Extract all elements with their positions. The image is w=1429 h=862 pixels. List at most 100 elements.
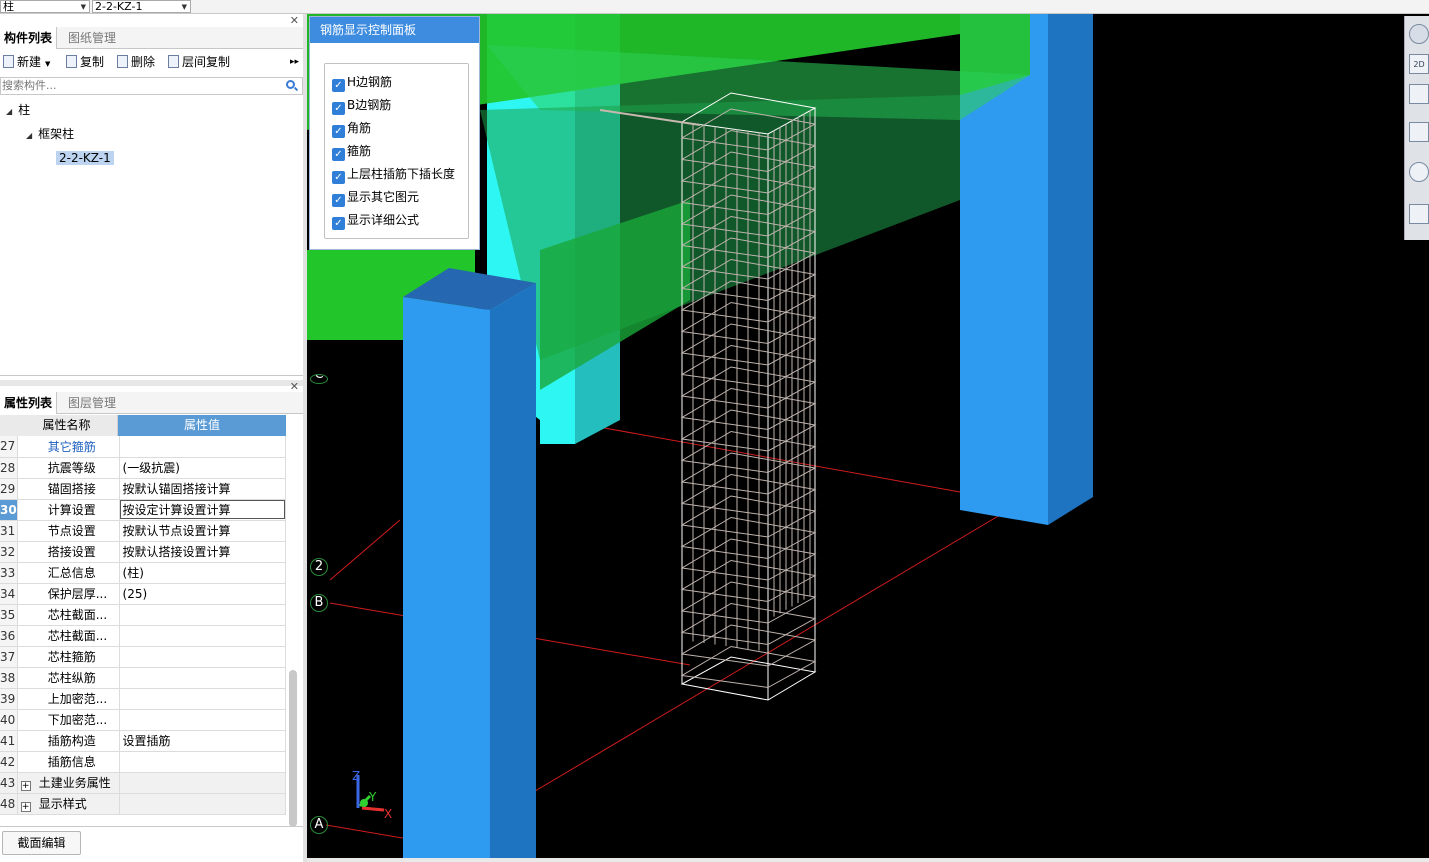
option-checkbox[interactable]: ✓ H边钢筋 [332, 73, 392, 92]
property-value[interactable] [119, 688, 287, 710]
grid-axis-label-2[interactable]: 2 [310, 558, 328, 576]
table-row[interactable]: 37 芯柱箍筋 [0, 646, 287, 668]
tree-node-column[interactable]: ◢ 柱 [6, 100, 30, 120]
property-value[interactable]: 按默认节点设置计算 [119, 520, 287, 542]
property-name-label: 搭接设置 [47, 545, 96, 559]
more-tools-button[interactable]: ▸▸ [290, 53, 299, 71]
tab-drawing-management[interactable]: 图纸管理 [64, 27, 120, 49]
property-value[interactable]: (25) [119, 583, 287, 605]
divider [0, 375, 303, 376]
property-name: 搭接设置 [17, 541, 120, 563]
delete-icon [117, 55, 128, 68]
new-button[interactable]: 新建 ▼ [3, 53, 50, 71]
expand-icon[interactable]: + [20, 802, 31, 812]
chevron-down-icon: ▼ [45, 60, 51, 68]
delete-button[interactable]: 删除 [117, 53, 155, 71]
view-toolbar: 2D [1404, 16, 1429, 240]
tree-node-selected-component[interactable]: 2-2-KZ-1 [56, 148, 114, 168]
property-value[interactable] [119, 436, 287, 458]
grid-axis-label-b[interactable]: B [310, 594, 328, 612]
table-row[interactable]: 36 芯柱截面... [0, 625, 287, 647]
property-value[interactable]: 按设定计算设置计算 [119, 499, 287, 521]
property-value[interactable]: 按默认搭接设置计算 [119, 541, 287, 563]
cube-solid-icon[interactable] [1409, 122, 1429, 142]
property-value[interactable] [119, 625, 287, 647]
row-number: 48 [0, 793, 18, 815]
property-name-label: 土建业务属性 [38, 776, 111, 790]
row-number: 39 [0, 688, 18, 710]
property-value[interactable] [119, 667, 287, 689]
grid-axis-label-c[interactable]: C [310, 374, 328, 384]
orbit-icon[interactable] [1409, 24, 1429, 44]
option-checkbox[interactable]: ✓ 角筋 [332, 119, 371, 138]
table-row[interactable]: 39 上加密范... [0, 688, 287, 710]
option-checkbox[interactable]: ✓ B边钢筋 [332, 96, 391, 115]
property-value[interactable] [119, 793, 287, 815]
option-checkbox[interactable]: ✓ 上层柱插筋下插长度 [332, 165, 455, 184]
view-2d-button[interactable]: 2D [1409, 54, 1429, 74]
column-blue-front-side [490, 283, 536, 858]
property-name-label: 显示样式 [38, 797, 87, 811]
checkbox-icon[interactable]: ✓ [332, 102, 345, 115]
table-row[interactable]: 38 芯柱纵筋 [0, 667, 287, 689]
table-row[interactable]: 32 搭接设置 按默认搭接设置计算 [0, 541, 287, 563]
tab-layer-management[interactable]: 图层管理 [64, 392, 120, 414]
tree-node-frame-column[interactable]: ◢ 框架柱 [26, 124, 74, 144]
option-checkbox[interactable]: ✓ 显示其它图元 [332, 188, 419, 207]
table-row[interactable]: 34 保护层厚... (25) [0, 583, 287, 605]
grid-axis-label-a[interactable]: A [310, 816, 328, 834]
expand-icon[interactable]: + [20, 781, 31, 791]
cube-view-icon[interactable] [1409, 84, 1429, 104]
checkbox-icon[interactable]: ✓ [332, 217, 345, 230]
property-value[interactable]: (一级抗震) [119, 457, 287, 479]
close-icon[interactable]: ✕ [290, 14, 299, 27]
table-row[interactable]: 42 插筋信息 [0, 751, 287, 773]
scrollbar[interactable] [289, 670, 297, 827]
property-value[interactable]: (柱) [119, 562, 287, 584]
rotate-icon[interactable] [1409, 162, 1429, 182]
table-row[interactable]: 28 抗震等级 (一级抗震) [0, 457, 287, 479]
x-axis-label: X [384, 807, 392, 821]
table-row[interactable]: 40 下加密范... [0, 709, 287, 731]
property-name: 抗震等级 [17, 457, 120, 479]
checkbox-icon[interactable]: ✓ [332, 79, 345, 92]
property-value[interactable] [119, 751, 287, 773]
checkbox-icon[interactable]: ✓ [332, 194, 345, 207]
pane-splitter[interactable] [0, 380, 303, 386]
section-edit-button[interactable]: 截面编辑 [2, 831, 81, 855]
checkbox-icon[interactable]: ✓ [332, 125, 345, 138]
table-row[interactable]: 33 汇总信息 (柱) [0, 562, 287, 584]
option-checkbox[interactable]: ✓ 显示详细公式 [332, 211, 419, 230]
floor-copy-button[interactable]: 层间复制 [168, 53, 230, 71]
collapse-icon[interactable]: ◢ [6, 107, 12, 116]
collapse-icon[interactable]: ◢ [26, 131, 32, 140]
element-type-select[interactable]: 柱 ▼ [0, 0, 90, 13]
table-row[interactable]: 29 锚固搭接 按默认锚固搭接计算 [0, 478, 287, 500]
table-row[interactable]: 41 插筋构造 设置插筋 [0, 730, 287, 752]
tab-component-list[interactable]: 构件列表 [0, 27, 58, 49]
search-icon[interactable] [286, 80, 295, 89]
property-value[interactable] [119, 709, 287, 731]
table-row[interactable]: 43 + 土建业务属性 [0, 772, 287, 794]
property-value[interactable]: 设置插筋 [119, 730, 287, 752]
copy-button[interactable]: 复制 [66, 53, 104, 71]
table-row[interactable]: 48 + 显示样式 [0, 793, 287, 815]
row-number: 37 [0, 646, 18, 668]
tab-property-list[interactable]: 属性列表 [0, 392, 58, 414]
table-row[interactable]: 31 节点设置 按默认节点设置计算 [0, 520, 287, 542]
table-row[interactable]: 35 芯柱截面... [0, 604, 287, 626]
option-checkbox[interactable]: ✓ 箍筋 [332, 142, 371, 161]
search-input[interactable]: 搜索构件... [0, 77, 303, 95]
rebar-display-panel: 钢筋显示控制面板 ✓ H边钢筋 ✓ B边钢筋 ✓ 角筋 ✓ 箍筋 ✓ 上层柱插筋下插长度 ✓ 显示其它… [309, 16, 480, 250]
property-value[interactable] [119, 772, 287, 794]
property-value[interactable] [119, 646, 287, 668]
property-value[interactable] [119, 604, 287, 626]
table-row[interactable]: 27 其它箍筋 [0, 436, 287, 458]
checkbox-icon[interactable]: ✓ [332, 171, 345, 184]
checkbox-icon[interactable]: ✓ [332, 148, 345, 161]
component-select[interactable]: 2-2-KZ-1 ▼ [92, 0, 191, 13]
property-value[interactable]: 按默认锚固搭接计算 [119, 478, 287, 500]
property-name: 其它箍筋 [17, 436, 120, 458]
table-row[interactable]: 30 计算设置 按设定计算设置计算 [0, 499, 287, 521]
layout-icon[interactable] [1409, 204, 1429, 224]
